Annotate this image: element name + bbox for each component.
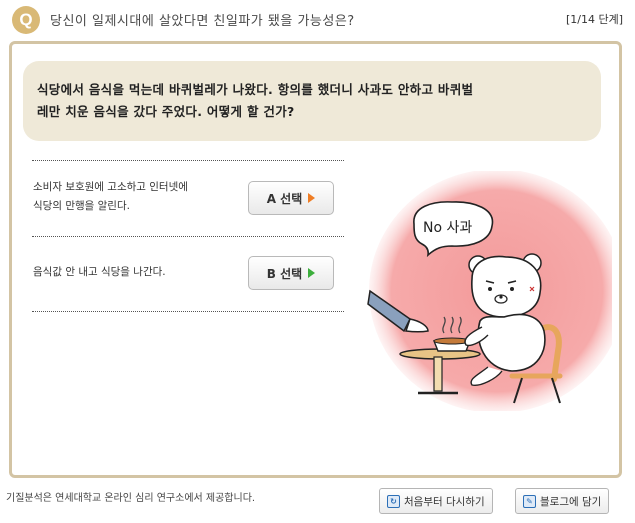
restart-label: 처음부터 다시하기: [404, 495, 485, 508]
footer-note: 기질분석은 연세대학교 온라인 심리 연구소에서 제공합니다.: [6, 493, 256, 504]
choose-a-button[interactable]: A 선택: [248, 181, 334, 215]
save-to-blog-button[interactable]: ✎ 블로그에 담기: [515, 488, 610, 514]
choose-b-label: B 선택: [266, 266, 303, 281]
option-a-line-1: 소비자 보호원에 고소하고 인터넷에: [33, 181, 188, 193]
choose-b-button[interactable]: B 선택: [248, 256, 334, 290]
save-to-blog-label: 블로그에 담기: [540, 495, 602, 508]
option-b-text: 음식값 안 내고 식당을 나간다.: [33, 263, 166, 282]
divider: [32, 311, 344, 312]
option-b-line-1: 음식값 안 내고 식당을 나간다.: [33, 266, 166, 278]
play-arrow-icon: [308, 193, 316, 203]
divider: [32, 236, 344, 237]
option-a-line-2: 식당의 만행을 알린다.: [33, 200, 130, 212]
question-line-1: 식당에서 음식을 먹는데 바퀴벌레가 나왔다. 항의를 했더니 사과도 안하고 …: [37, 82, 474, 97]
choose-a-label: A 선택: [266, 191, 303, 206]
restart-icon: ↻: [387, 494, 400, 508]
cartoon-illustration: No 사과: [367, 171, 612, 411]
question-text: 식당에서 음식을 먹는데 바퀴벌레가 나왔다. 항의를 했더니 사과도 안하고 …: [37, 79, 592, 123]
restart-button[interactable]: ↻ 처음부터 다시하기: [379, 488, 493, 514]
speech-text: No 사과: [423, 220, 472, 236]
question-badge: Q: [12, 6, 40, 34]
step-indicator: [1/14 단계]: [565, 13, 623, 26]
option-a-text: 소비자 보호원에 고소하고 인터넷에 식당의 만행을 알린다.: [33, 178, 188, 216]
question-line-2: 레만 치운 음식을 갔다 주었다. 어떻게 할 건가?: [37, 104, 295, 119]
page-title: 당신이 일제시대에 살았다면 친일파가 됐을 가능성은?: [50, 14, 355, 29]
divider: [32, 160, 344, 161]
blog-icon: ✎: [523, 494, 536, 508]
play-arrow-icon: [308, 268, 316, 278]
